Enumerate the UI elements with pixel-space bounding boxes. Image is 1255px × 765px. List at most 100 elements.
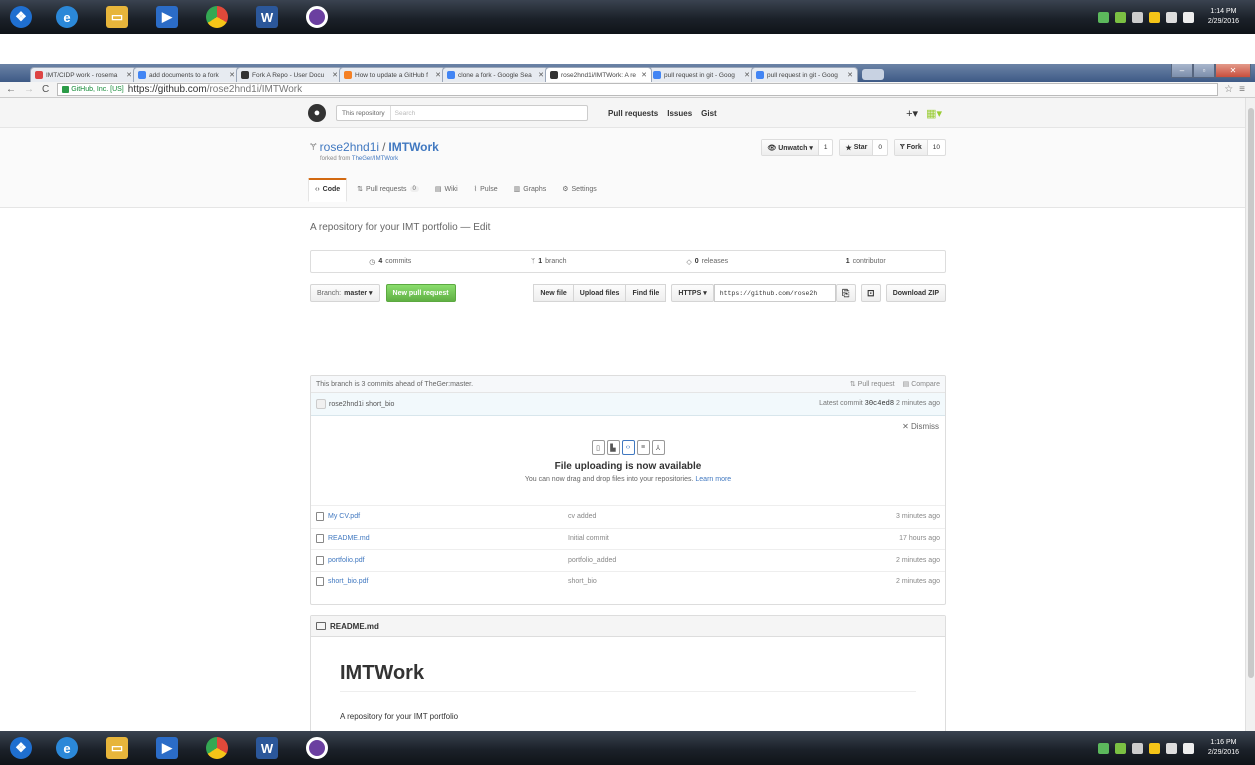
taskbar-chrome-2[interactable] bbox=[194, 733, 240, 763]
close-tab-icon[interactable]: ✕ bbox=[847, 71, 853, 79]
download-zip-button[interactable]: Download ZIP bbox=[885, 284, 946, 302]
tab-wiki[interactable]: ▤ Wiki bbox=[429, 178, 464, 202]
start-button-2[interactable]: ❖ bbox=[2, 733, 40, 763]
volume-icon[interactable] bbox=[1182, 742, 1194, 754]
close-tab-icon[interactable]: ✕ bbox=[229, 71, 235, 79]
tray-app-icon[interactable] bbox=[1114, 742, 1126, 754]
taskbar-ie-2[interactable]: e bbox=[44, 733, 90, 763]
commit-author[interactable]: rose2hnd1i bbox=[329, 401, 364, 408]
taskbar-word[interactable]: W bbox=[244, 2, 290, 32]
browser-tab[interactable]: pull request in git - Goog ✕ bbox=[751, 67, 858, 82]
tab-pulse[interactable]: ⌇ Pulse bbox=[468, 178, 504, 202]
search-input[interactable]: This repository Search bbox=[336, 105, 588, 121]
taskbar-explorer[interactable]: ▭ bbox=[94, 2, 140, 32]
tray-app-icon[interactable] bbox=[1114, 11, 1126, 23]
arrow-icon[interactable] bbox=[1131, 11, 1143, 23]
flag-icon[interactable] bbox=[1165, 742, 1177, 754]
url-input[interactable]: GitHub, Inc. [US] https://github.com/ros… bbox=[57, 83, 1219, 96]
tab-graphs[interactable]: ▥ Graphs bbox=[508, 178, 553, 202]
flag-icon[interactable] bbox=[1165, 11, 1177, 23]
close-tab-icon[interactable]: ✕ bbox=[744, 71, 750, 79]
star-button[interactable]: ★ Star bbox=[840, 140, 874, 155]
maximize-button[interactable]: ▫ bbox=[1193, 64, 1215, 78]
taskbar-app[interactable] bbox=[294, 2, 340, 32]
close-tab-icon[interactable]: ✕ bbox=[641, 71, 647, 79]
back-arrow-icon[interactable]: ← bbox=[6, 84, 16, 95]
browser-tab[interactable]: Fork A Repo - User Docu ✕ bbox=[236, 67, 343, 82]
compare-link[interactable]: ▤ Compare bbox=[903, 380, 940, 388]
file-commit-message[interactable]: cv added bbox=[568, 513, 896, 520]
taskbar-media[interactable]: ▶ bbox=[144, 2, 190, 32]
nav-pull-requests[interactable]: Pull requests bbox=[608, 109, 658, 118]
repo-owner-link[interactable]: rose2hnd1i bbox=[320, 140, 379, 154]
taskbar-explorer-2[interactable]: ▭ bbox=[94, 733, 140, 763]
tab-code[interactable]: ‹› Code bbox=[308, 178, 348, 202]
commit-sha[interactable]: 30c4ed8 bbox=[865, 400, 894, 408]
shield-icon[interactable] bbox=[1148, 11, 1160, 23]
taskbar-media-2[interactable]: ▶ bbox=[144, 733, 190, 763]
reload-icon[interactable]: C bbox=[42, 84, 49, 95]
taskbar-app-2[interactable] bbox=[294, 733, 340, 763]
nav-issues[interactable]: Issues bbox=[667, 109, 692, 118]
clock-2[interactable]: 1:16 PM 2/29/2016 bbox=[1208, 738, 1239, 758]
new-file-button[interactable]: New file bbox=[533, 284, 574, 302]
upload-files-button[interactable]: Upload files bbox=[572, 284, 627, 302]
star-count[interactable]: 0 bbox=[873, 140, 887, 155]
close-tab-icon[interactable]: ✕ bbox=[126, 71, 132, 79]
browser-tab[interactable]: pull request in git - Goog ✕ bbox=[648, 67, 755, 82]
watch-count[interactable]: 1 bbox=[819, 140, 833, 155]
learn-more-link[interactable]: Learn more bbox=[695, 476, 731, 483]
file-commit-message[interactable]: Initial commit bbox=[568, 535, 899, 542]
forked-from-link[interactable]: TheGer/IMTWork bbox=[352, 156, 398, 162]
browser-tab[interactable]: clone a fork - Google Sea ✕ bbox=[442, 67, 549, 82]
browser-tab[interactable]: IMT/CIDP work - rosema ✕ bbox=[30, 67, 137, 82]
arrow-icon[interactable] bbox=[1131, 742, 1143, 754]
page-scrollbar[interactable] bbox=[1245, 98, 1255, 731]
network-icon[interactable] bbox=[1097, 742, 1109, 754]
fork-button[interactable]: Ɏ Fork bbox=[894, 140, 928, 155]
file-name-link[interactable]: README.md bbox=[316, 534, 568, 544]
file-commit-message[interactable]: portfolio_added bbox=[568, 557, 896, 564]
taskbar-word-2[interactable]: W bbox=[244, 733, 290, 763]
menu-icon[interactable]: ≡ bbox=[1239, 84, 1245, 95]
create-new-menu[interactable]: +▾ bbox=[906, 107, 918, 120]
repo-name-link[interactable]: IMTWork bbox=[388, 140, 438, 154]
new-tab-button[interactable] bbox=[862, 69, 884, 80]
commits-link[interactable]: ◷ 4 commits bbox=[311, 251, 470, 272]
file-name-link[interactable]: portfolio.pdf bbox=[316, 555, 568, 565]
shield-icon[interactable] bbox=[1148, 742, 1160, 754]
star-bookmark-icon[interactable]: ☆ bbox=[1224, 84, 1233, 95]
close-tab-icon[interactable]: ✕ bbox=[538, 71, 544, 79]
tab-pull-requests[interactable]: ⇅ Pull requests 0 bbox=[351, 178, 425, 202]
branches-link[interactable]: ᛘ 1 branch bbox=[470, 251, 629, 272]
contributors-link[interactable]: 1 contributor bbox=[787, 251, 946, 272]
watch-button[interactable]: 👁 Unwatch ▾ bbox=[762, 140, 819, 155]
dismiss-button[interactable]: ✕ Dismiss bbox=[902, 422, 939, 431]
file-commit-message[interactable]: short_bio bbox=[568, 578, 896, 585]
close-window-button[interactable]: ✕ bbox=[1215, 64, 1251, 78]
taskbar-ie[interactable]: e bbox=[44, 2, 90, 32]
volume-icon[interactable] bbox=[1182, 11, 1194, 23]
new-pull-request-button[interactable]: New pull request bbox=[385, 284, 456, 302]
pull-request-link[interactable]: ⇅ Pull request bbox=[850, 380, 895, 388]
browser-tab[interactable]: How to update a GitHub f ✕ bbox=[339, 67, 446, 82]
copy-clipboard-icon[interactable]: ⎘ bbox=[835, 284, 856, 302]
find-file-button[interactable]: Find file bbox=[625, 284, 667, 302]
forward-arrow-icon[interactable]: → bbox=[24, 84, 34, 95]
scrollbar-thumb[interactable] bbox=[1248, 108, 1254, 678]
github-logo-icon[interactable]: ● bbox=[308, 104, 326, 122]
taskbar-chrome[interactable] bbox=[194, 2, 240, 32]
branch-select[interactable]: Branch: master ▾ bbox=[310, 284, 380, 302]
clock[interactable]: 1:14 PM 2/29/2016 bbox=[1208, 7, 1239, 27]
close-tab-icon[interactable]: ✕ bbox=[435, 71, 441, 79]
start-button[interactable]: ❖ bbox=[2, 2, 40, 32]
fork-count[interactable]: 10 bbox=[928, 140, 945, 155]
minimize-button[interactable]: ‒ bbox=[1171, 64, 1193, 78]
browser-tab[interactable]: add documents to a fork ✕ bbox=[133, 67, 240, 82]
file-name-link[interactable]: My CV.pdf bbox=[316, 512, 568, 522]
protocol-select[interactable]: HTTPS ▾ bbox=[671, 284, 714, 302]
nav-gist[interactable]: Gist bbox=[701, 109, 717, 118]
tab-settings[interactable]: ⚙ Settings bbox=[556, 178, 603, 202]
user-avatar[interactable]: ▦▾ bbox=[926, 107, 942, 120]
browser-tab[interactable]: rose2hnd1i/IMTWork: A re ✕ bbox=[545, 67, 652, 82]
